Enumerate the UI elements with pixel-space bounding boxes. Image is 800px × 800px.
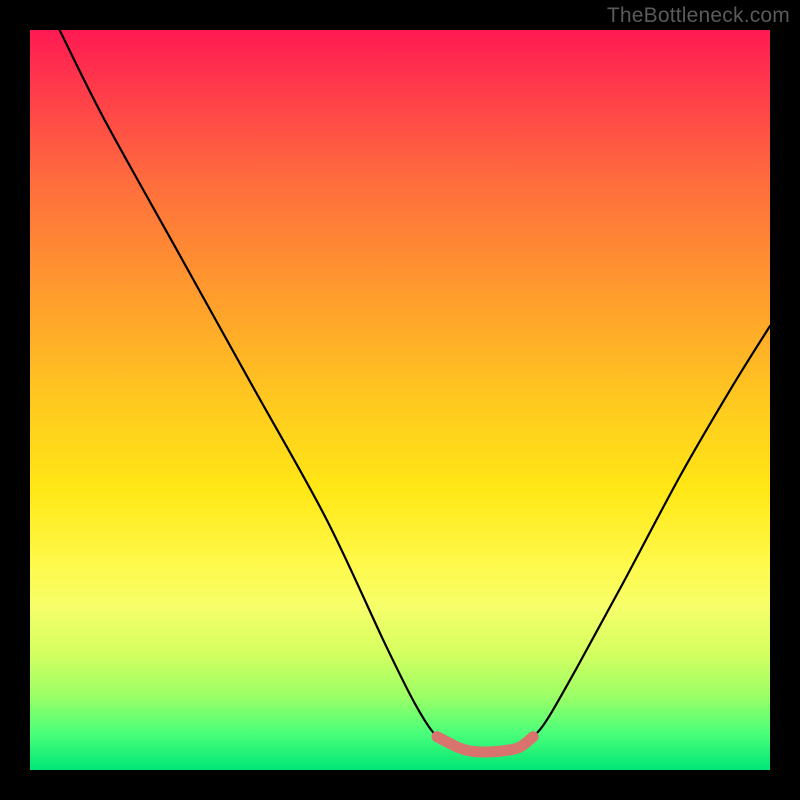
bottleneck-curve (60, 30, 770, 752)
chart-frame: TheBottleneck.com (0, 0, 800, 800)
plot-area (30, 30, 770, 770)
chart-svg (30, 30, 770, 770)
attribution-text: TheBottleneck.com (607, 4, 790, 28)
flat-zone-marker (437, 737, 533, 752)
